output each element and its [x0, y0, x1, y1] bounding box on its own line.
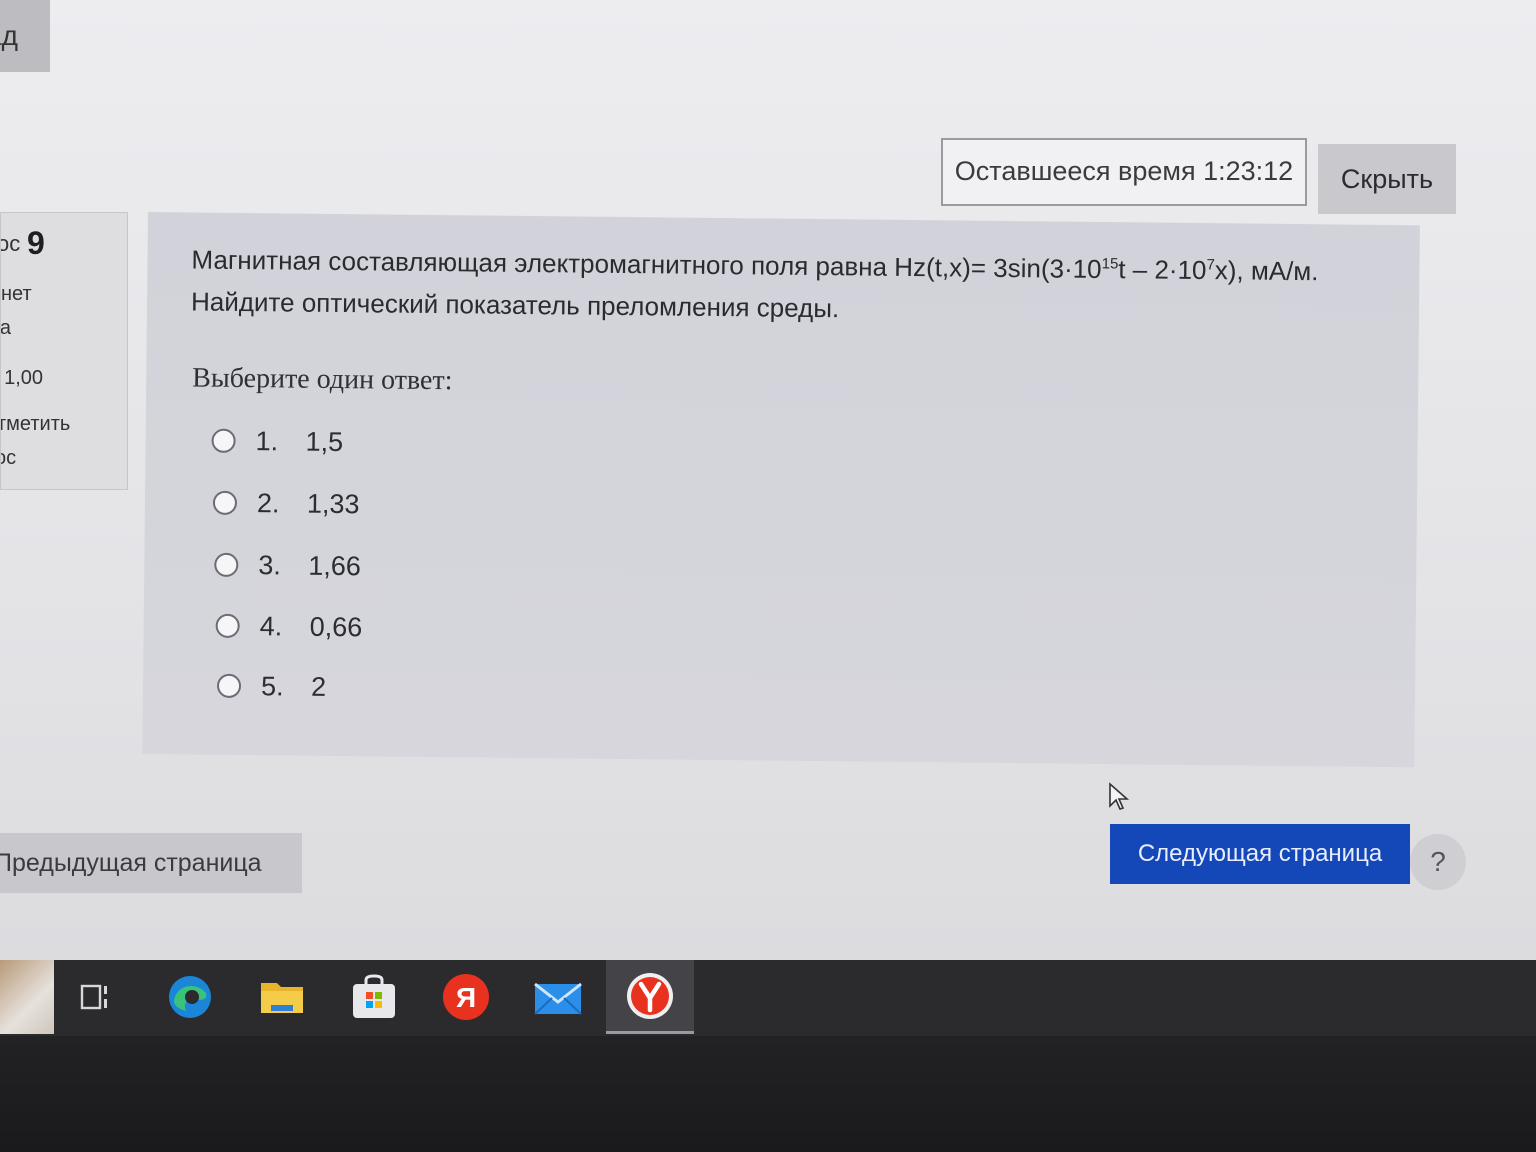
question-text-part3: x), мА/м. — [1214, 255, 1319, 287]
previous-page-button[interactable]: Предыдущая страница — [0, 833, 302, 893]
answer-value: 1,66 — [308, 550, 362, 581]
radio-button[interactable] — [215, 613, 240, 638]
answer-number: 2. — [256, 487, 280, 518]
question-panel: Магнитная составляющая электромагнитного… — [142, 212, 1420, 768]
hide-timer-button[interactable]: Скрыть — [1318, 144, 1456, 214]
radio-button[interactable] — [212, 490, 238, 515]
radio-button[interactable] — [216, 673, 242, 698]
time-remaining: Оставшееся время 1:23:12 — [941, 138, 1307, 206]
next-page-button[interactable]: Следующая страница — [1110, 824, 1410, 884]
question-text-part2: t – 2·10 — [1118, 254, 1207, 286]
question-number: 9 — [27, 225, 45, 261]
browser-viewport: ад Оставшееся время 1:23:12 Скрыть ос 9 … — [0, 0, 1536, 960]
top-tab[interactable]: ад — [0, 0, 50, 72]
mouse-cursor-icon — [1109, 782, 1130, 810]
answer-option-4[interactable]: 4. 0,66 — [215, 606, 362, 648]
question-text: Магнитная составляющая электромагнитного… — [191, 238, 1402, 335]
answer-number: 5. — [260, 670, 284, 701]
answer-option-1[interactable]: 1. 1,5 — [211, 421, 343, 462]
app-thumbnail-icon[interactable] — [0, 960, 54, 1034]
answer-value: 2 — [310, 671, 327, 702]
yandex-browser-icon[interactable] — [606, 960, 694, 1034]
answer-number: 1. — [255, 425, 279, 456]
answer-option-5[interactable]: 5. 2 — [216, 666, 327, 707]
task-view-icon[interactable] — [58, 960, 134, 1034]
store-icon[interactable] — [336, 960, 412, 1034]
svg-text:Я: Я — [456, 982, 476, 1013]
radio-button[interactable] — [214, 552, 239, 577]
top-tab-label: ад — [0, 20, 18, 51]
question-status: нет — [1, 283, 32, 305]
answer-option-3[interactable]: 3. 1,66 — [214, 545, 361, 587]
answer-value: 1,5 — [305, 426, 344, 457]
answer-value: 1,33 — [306, 488, 360, 519]
radio-button[interactable] — [211, 428, 236, 453]
question-status-cont: га — [0, 317, 11, 339]
question-label: ос — [1, 231, 21, 256]
file-explorer-icon[interactable] — [244, 960, 320, 1034]
yandex-icon[interactable]: Я — [428, 960, 504, 1034]
question-text-line2: Найдите оптический показатель преломлени… — [190, 286, 840, 324]
answer-option-2[interactable]: 2. 1,33 — [212, 483, 360, 525]
flag-question-link[interactable]: тметить — [1, 413, 70, 436]
answer-prompt: Выберите один ответ: — [192, 362, 453, 397]
answer-number: 4. — [259, 610, 283, 641]
flag-question-link-cont[interactable]: ос — [1, 447, 16, 470]
question-info-panel: ос 9 нет га : 1,00 тметить ос — [0, 212, 128, 490]
question-exponent-1: 15 — [1101, 255, 1119, 273]
answer-value: 0,66 — [309, 611, 363, 642]
question-max-grade: : 1,00 — [1, 367, 44, 389]
question-text-part1: Магнитная составляющая электромагнитного… — [191, 244, 1102, 284]
monitor-bezel — [0, 1036, 1536, 1152]
mail-icon[interactable] — [520, 960, 596, 1034]
edge-icon[interactable] — [152, 960, 228, 1034]
answer-number: 3. — [258, 549, 281, 580]
help-button[interactable]: ? — [1410, 834, 1466, 890]
taskbar: Я — [0, 960, 1536, 1036]
